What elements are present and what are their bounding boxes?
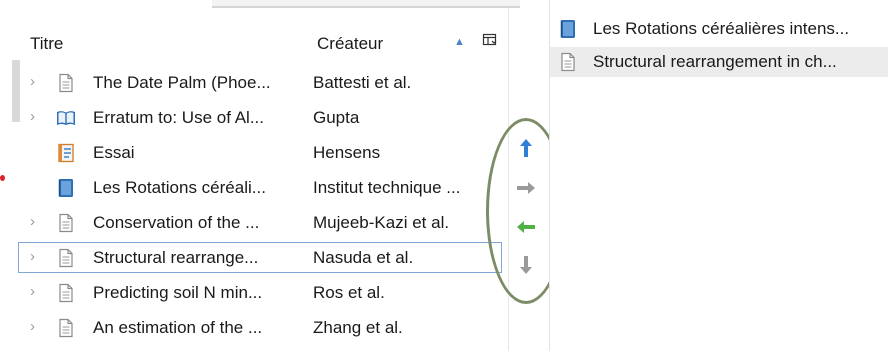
item-title: Predicting soil N min... [93,283,263,302]
up-arrow-icon[interactable] [516,138,536,158]
related-item[interactable]: Structural rearrangement in ch... [550,47,888,77]
column-header-title[interactable]: Titre [30,34,63,54]
item-creator: Institut technique ... [313,178,461,197]
item-title: The Date Palm (Phoe... [93,73,271,92]
item-creator: Nasuda et al. [313,248,414,267]
item-title: Erratum to: Use of Al... [93,108,265,127]
item-creator: Hensens [313,143,381,162]
related-item-title: Structural rearrangement in ch... [593,52,837,71]
list-item[interactable]: Les Rotations céréali... Institut techniq… [22,171,510,206]
book-icon [56,178,76,198]
chevron-right-icon[interactable]: › [30,283,35,300]
chevron-right-icon[interactable]: › [30,213,35,230]
chevron-right-icon[interactable]: › [30,318,35,335]
related-item[interactable]: Les Rotations céréalières intens... [550,14,888,44]
item-title: An estimation of the ... [93,318,263,337]
related-item-title: Les Rotations céréalières intens... [593,19,850,38]
item-title: Conservation of the ... [93,213,260,232]
list-item[interactable]: › Structural rearrange... Nasuda et al. [18,241,510,276]
document-icon [56,213,76,233]
top-divider [212,0,520,8]
column-picker-icon[interactable] [482,32,498,48]
chevron-right-icon[interactable]: › [30,248,35,265]
list-item[interactable]: › Predicting soil N min... Ros et al. [22,276,510,311]
sort-ascending-icon[interactable]: ▲ [454,36,465,48]
book-open-icon [56,108,76,128]
selection-outline [18,242,502,273]
chevron-right-icon[interactable]: › [30,108,35,125]
chevron-right-icon[interactable]: › [30,73,35,90]
item-creator: Mujeeb-Kazi et al. [313,213,450,232]
list-item[interactable]: › Erratum to: Use of Al... Gupta [22,101,510,136]
right-arrow-icon[interactable] [516,178,536,198]
item-title: Les Rotations céréali... [93,178,266,197]
document-icon [56,318,76,338]
item-creator: Battesti et al. [313,73,412,92]
document-icon [56,73,76,93]
document-icon [56,248,76,268]
down-arrow-icon[interactable] [516,255,536,275]
item-creator: Ros et al. [313,283,385,302]
column-header: Titre Créateur ▲ [22,28,510,60]
item-rows: › The Date Palm (Phoe... Battesti et al. › E… [18,66,510,346]
document-icon [558,52,578,72]
item-creator: Zhang et al. [313,318,403,337]
document-icon [56,283,76,303]
essay-icon [56,143,76,163]
left-arrow-icon[interactable] [516,217,536,237]
scrollbar-thumb[interactable] [12,60,20,122]
book-icon [558,19,578,39]
red-marker [0,175,5,181]
list-item[interactable]: Essai Hensens [22,136,510,171]
list-item[interactable]: › Conservation of the ... Mujeeb-Kazi et a… [22,206,510,241]
item-title: Structural rearrange... [93,248,259,267]
list-item[interactable]: › The Date Palm (Phoe... Battesti et al. [22,66,510,101]
item-title: Essai [93,143,135,162]
item-creator: Gupta [313,108,360,127]
related-items-pane: Les Rotations céréalières intens... Struc… [549,0,888,351]
list-item[interactable]: › An estimation of the ... Zhang et al. [22,311,510,346]
column-header-creator[interactable]: Créateur [317,34,383,54]
